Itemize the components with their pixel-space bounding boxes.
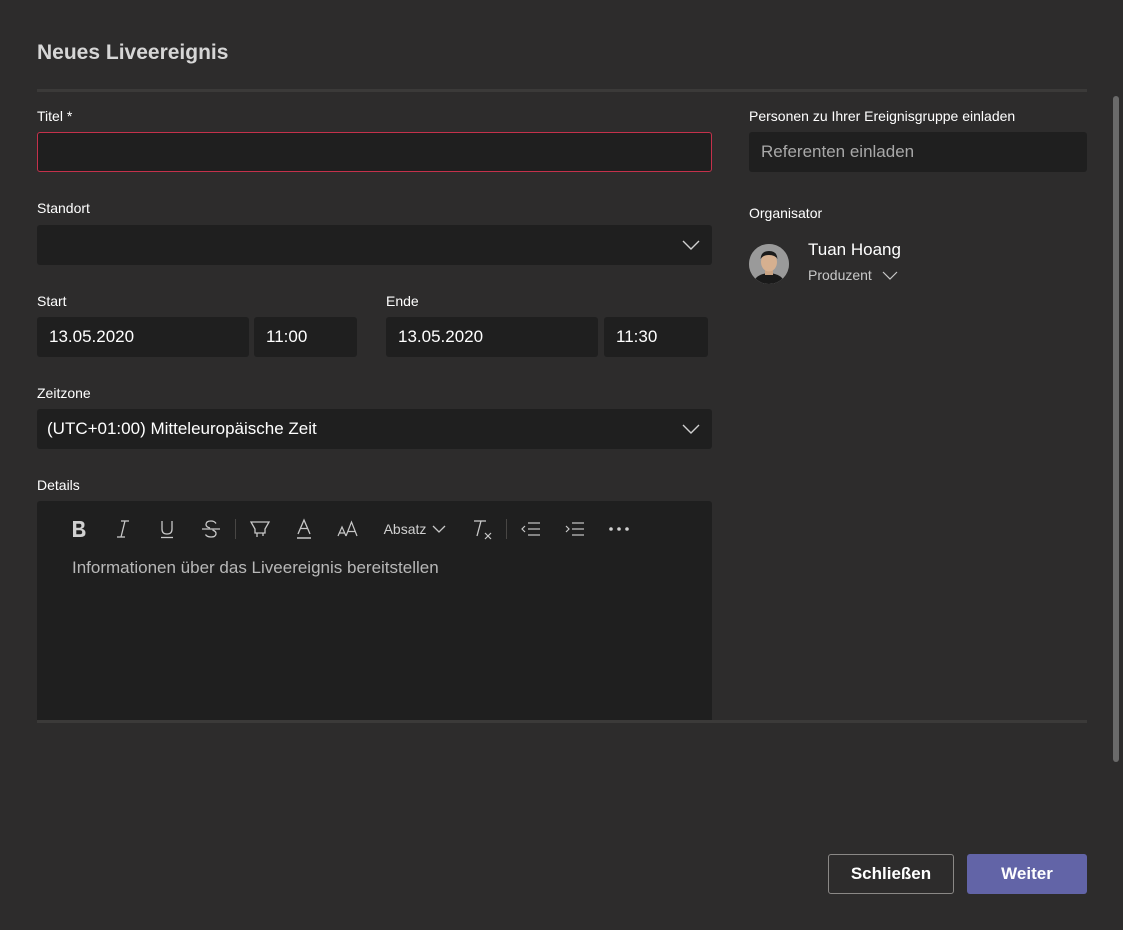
next-button[interactable]: Weiter	[967, 854, 1087, 894]
content-divider	[37, 720, 1087, 723]
italic-button[interactable]	[101, 515, 145, 543]
header-divider	[37, 89, 1087, 92]
organizer-role: Produzent	[808, 267, 872, 283]
toolbar-separator	[506, 519, 507, 539]
chevron-down-icon	[682, 424, 700, 434]
strikethrough-icon	[202, 520, 220, 538]
end-label: Ende	[386, 293, 419, 309]
clear-format-icon	[474, 520, 492, 540]
end-time-value: 11:30	[616, 327, 658, 346]
increase-indent-button[interactable]	[553, 515, 597, 543]
timezone-dropdown[interactable]: (UTC+01:00) Mitteleuropäische Zeit	[37, 409, 712, 449]
font-color-icon	[297, 518, 311, 539]
bold-icon	[73, 521, 86, 537]
chevron-down-icon	[432, 525, 446, 533]
more-options-icon	[609, 527, 629, 531]
start-date-value: 13.05.2020	[49, 327, 135, 346]
avatar-photo	[749, 244, 789, 284]
title-label: Titel *	[37, 108, 73, 124]
paragraph-label: Absatz	[383, 521, 427, 537]
details-editor[interactable]: Absatz Informationen über das Liveereign…	[37, 501, 712, 721]
start-date-input[interactable]: 13.05.2020	[37, 317, 249, 357]
more-options-button[interactable]	[597, 515, 641, 543]
invite-label: Personen zu Ihrer Ereignisgruppe einlade…	[749, 108, 1016, 124]
details-label: Details	[37, 477, 80, 493]
title-input[interactable]	[37, 132, 712, 172]
font-size-icon	[337, 520, 358, 537]
invite-presenters-placeholder: Referenten einladen	[761, 142, 915, 161]
decrease-indent-button[interactable]	[509, 515, 553, 543]
organizer-label: Organisator	[749, 205, 823, 221]
details-placeholder: Informationen über das Liveereignis bere…	[72, 558, 439, 577]
end-time-input[interactable]: 11:30	[604, 317, 708, 357]
location-label: Standort	[37, 200, 90, 216]
organizer-entry: Tuan Hoang Produzent	[749, 240, 1049, 290]
dialog-title: Neues Liveereignis	[37, 41, 229, 64]
bold-button[interactable]	[57, 515, 101, 543]
chevron-down-icon	[682, 240, 700, 250]
toolbar-separator	[235, 519, 236, 539]
organizer-name: Tuan Hoang	[808, 240, 901, 259]
highlight-button[interactable]	[238, 515, 282, 543]
strikethrough-button[interactable]	[189, 515, 233, 543]
scrollbar[interactable]	[1113, 96, 1119, 762]
font-color-button[interactable]	[282, 515, 326, 543]
clear-format-button[interactable]	[460, 515, 504, 543]
italic-icon	[117, 520, 129, 538]
timezone-label: Zeitzone	[37, 385, 91, 401]
end-date-input[interactable]: 13.05.2020	[386, 317, 598, 357]
underline-button[interactable]	[145, 515, 189, 543]
start-label: Start	[37, 293, 67, 309]
chevron-down-icon	[882, 271, 898, 280]
start-time-value: 11:00	[266, 327, 308, 346]
timezone-value: (UTC+01:00) Mitteleuropäische Zeit	[47, 419, 317, 438]
start-time-input[interactable]: 11:00	[254, 317, 357, 357]
location-dropdown[interactable]	[37, 225, 712, 265]
end-date-value: 13.05.2020	[398, 327, 484, 346]
highlight-icon	[249, 521, 271, 537]
organizer-role-dropdown[interactable]: Produzent	[808, 267, 898, 283]
decrease-indent-icon	[521, 522, 540, 536]
new-live-event-dialog: Neues Liveereignis Titel * Standort Star…	[0, 0, 1123, 930]
paragraph-dropdown[interactable]: Absatz	[370, 515, 460, 543]
invite-presenters-input[interactable]: Referenten einladen	[749, 132, 1087, 172]
formatting-toolbar: Absatz	[57, 515, 641, 543]
avatar	[749, 244, 789, 284]
close-button[interactable]: Schließen	[828, 854, 954, 894]
underline-icon	[161, 521, 173, 539]
increase-indent-icon	[565, 522, 584, 536]
font-size-button[interactable]	[326, 515, 370, 543]
